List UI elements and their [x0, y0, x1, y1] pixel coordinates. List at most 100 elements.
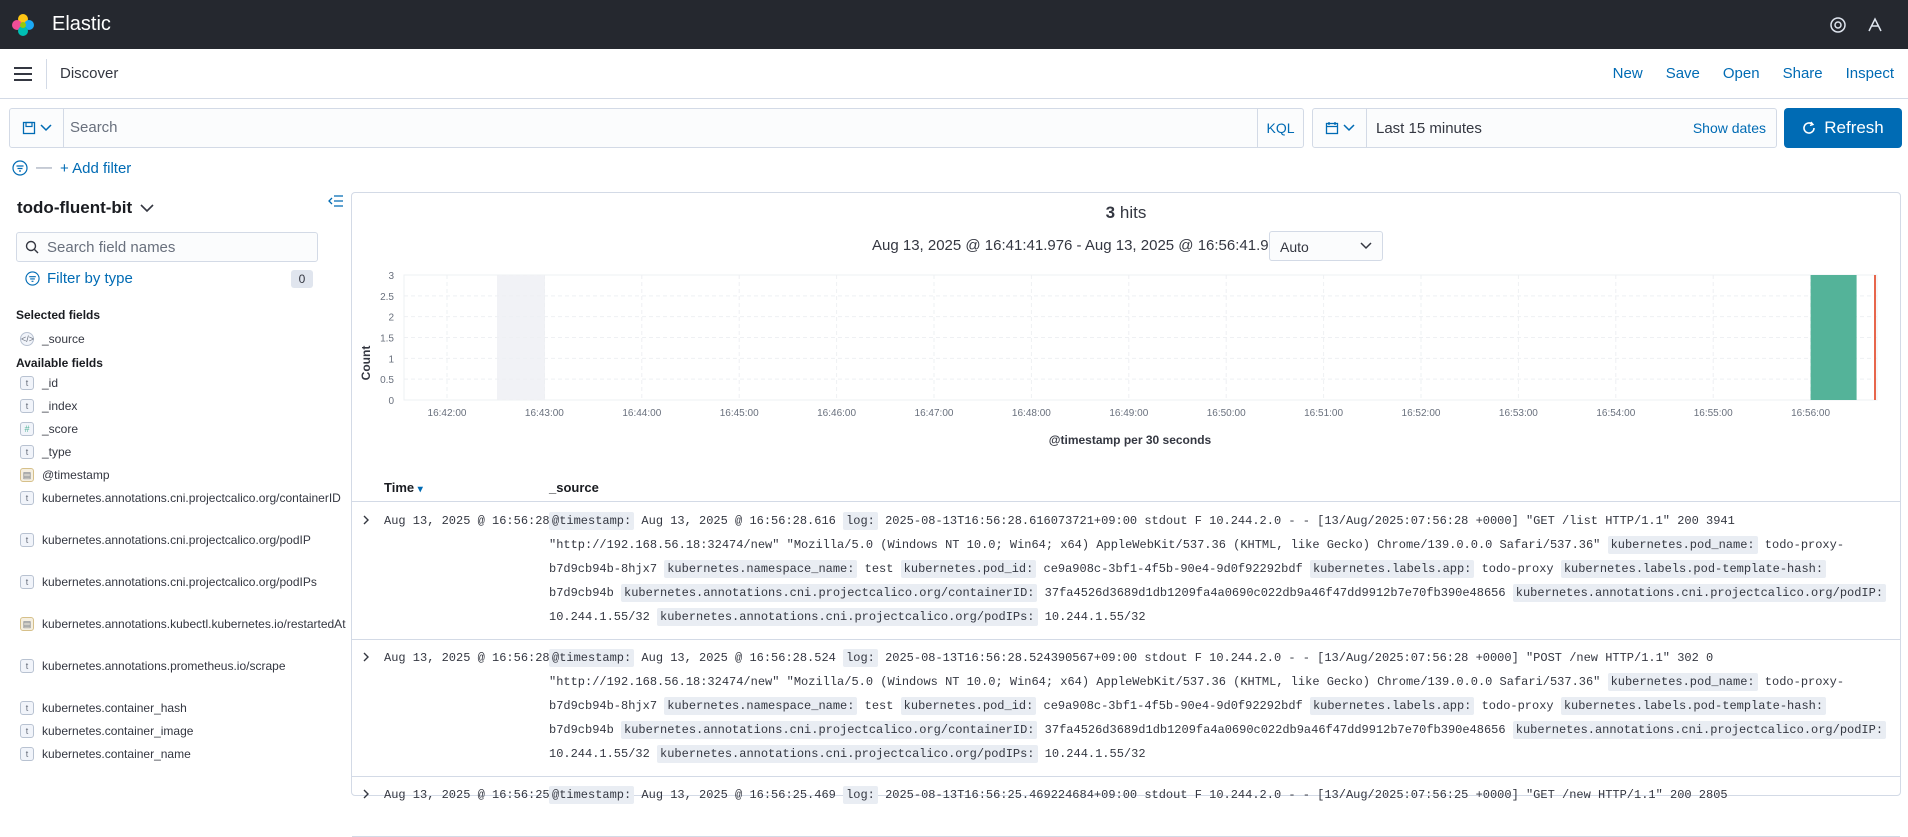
field-item[interactable]: t _type	[20, 445, 310, 460]
refresh-button[interactable]: Refresh	[1784, 108, 1902, 148]
time-range-label[interactable]: Last 15 minutes	[1376, 120, 1482, 137]
search-icon	[25, 240, 39, 254]
share-link[interactable]: Share	[1783, 65, 1823, 82]
chart-x-tick-label: 16:50:00	[1207, 408, 1246, 419]
source-field-value: 37fa4526d3689d1db1209fa4a0690c022db9a46f…	[1037, 586, 1513, 600]
field-item[interactable]: t kubernetes.container_image	[20, 724, 310, 739]
source-field-value: 10.244.1.55/32	[549, 610, 658, 624]
expand-row-icon[interactable]	[361, 649, 371, 667]
source-field-key: kubernetes.annotations.cni.projectcalico…	[657, 608, 1038, 626]
chart-x-tick-label: 16:54:00	[1596, 408, 1635, 419]
quick-select-button[interactable]	[1313, 109, 1367, 147]
source-field-key: kubernetes.pod_id:	[900, 560, 1037, 578]
source-field-key: @timestamp:	[549, 512, 635, 530]
expand-row-icon[interactable]	[361, 786, 371, 804]
show-dates-link[interactable]: Show dates	[1693, 120, 1766, 136]
chart-x-tick-label: 16:51:00	[1304, 408, 1343, 419]
string-field-icon: t	[20, 659, 34, 673]
string-field-icon: t	[20, 491, 34, 505]
kql-toggle-button[interactable]: KQL	[1257, 109, 1303, 147]
menu-icon[interactable]	[14, 67, 32, 81]
available-fields-title: Available fields	[16, 356, 103, 370]
field-name: kubernetes.container_hash	[42, 701, 187, 715]
row-source: @timestamp: Aug 13, 2025 @ 16:56:28.524 …	[549, 646, 1894, 766]
field-item[interactable]: t _index	[20, 399, 310, 414]
saved-query-button[interactable]	[10, 109, 64, 147]
open-link[interactable]: Open	[1723, 65, 1760, 82]
filter-by-type-button[interactable]: Filter by type	[25, 270, 133, 287]
field-name: kubernetes.container_image	[42, 724, 194, 738]
field-name: _index	[42, 399, 78, 413]
elastic-logo-icon[interactable]	[11, 13, 35, 37]
field-item[interactable]: t kubernetes.annotations.prometheus.io/sc…	[20, 659, 310, 674]
save-icon	[22, 121, 35, 135]
collapse-sidebar-icon[interactable]	[328, 194, 344, 208]
source-field-value: 2025-08-13T16:56:25.469224684+09:00 stdo…	[877, 788, 1728, 802]
chart-y-tick-label: 3	[388, 271, 394, 282]
date-picker: Last 15 minutes Show dates	[1312, 108, 1777, 148]
source-field-value: b7d9cb94b	[549, 586, 622, 600]
field-name: kubernetes.annotations.kubectl.kubernete…	[42, 617, 346, 631]
save-link[interactable]: Save	[1666, 65, 1700, 82]
chevron-down-icon	[1360, 242, 1372, 250]
expand-row-icon[interactable]	[361, 512, 371, 530]
chart-x-tick-label: 16:43:00	[525, 408, 564, 419]
interval-select[interactable]: Auto	[1269, 231, 1383, 261]
chart-x-tick-label: 16:49:00	[1109, 408, 1148, 419]
field-item[interactable]: t kubernetes.annotations.cni.projectcalic…	[20, 575, 317, 590]
field-item[interactable]: ▤ kubernetes.annotations.kubectl.kubernet…	[20, 617, 346, 632]
table-row[interactable]: Aug 13, 2025 @ 16:56:25.469 @timestamp: A…	[352, 777, 1900, 837]
chart-x-tick-label: 16:48:00	[1012, 408, 1051, 419]
table-row[interactable]: Aug 13, 2025 @ 16:56:28.616 @timestamp: A…	[352, 503, 1900, 640]
search-input[interactable]	[70, 119, 1250, 136]
field-item[interactable]: t kubernetes.annotations.cni.projectcalic…	[20, 491, 341, 506]
filter-icon	[25, 271, 40, 286]
chart-x-tick-label: 16:55:00	[1694, 408, 1733, 419]
source-field-key: kubernetes.annotations.cni.projectcalico…	[621, 584, 1038, 602]
source-field-value: b7d9cb94b	[549, 723, 622, 737]
field-item[interactable]: t kubernetes.annotations.cni.projectcalic…	[20, 533, 311, 548]
source-field-value: test	[857, 699, 901, 713]
source-field-value: 10.244.1.55/32	[1037, 610, 1146, 624]
selected-fields-title: Selected fields	[16, 308, 101, 322]
field-search-input[interactable]	[47, 239, 307, 256]
field-name: _type	[42, 445, 72, 459]
field-item[interactable]: # _score	[20, 422, 310, 437]
field-item[interactable]: ▤ @timestamp	[20, 468, 310, 483]
field-item[interactable]: t kubernetes.container_name	[20, 747, 310, 762]
chart-y-tick-label: 0	[388, 396, 394, 407]
app-title: Elastic	[52, 13, 111, 35]
field-item-source[interactable]: </> _source	[20, 332, 310, 347]
field-item[interactable]: t kubernetes.container_hash	[20, 701, 310, 716]
field-item[interactable]: t _id	[20, 376, 310, 391]
chart-bar	[1810, 275, 1857, 400]
field-name: _id	[42, 376, 59, 390]
source-field-key: kubernetes.labels.app:	[1309, 560, 1475, 578]
inspect-link[interactable]: Inspect	[1846, 65, 1894, 82]
chart-y-label: Count	[359, 346, 373, 381]
query-bar: KQL	[9, 108, 1304, 148]
nav-divider	[46, 59, 47, 89]
hits-label: hits	[1119, 203, 1147, 222]
table-row[interactable]: Aug 13, 2025 @ 16:56:28.524 @timestamp: A…	[352, 640, 1900, 777]
source-field-value: todo-proxy	[1474, 562, 1561, 576]
chevron-down-icon	[39, 124, 52, 132]
help-icon[interactable]	[1829, 16, 1847, 34]
filter-options-icon[interactable]	[12, 160, 28, 176]
chart-y-tick-label: 2.5	[380, 292, 394, 303]
source-field-value: Aug 13, 2025 @ 16:56:25.469	[634, 788, 844, 802]
index-pattern-selector[interactable]: todo-fluent-bit	[17, 198, 154, 218]
string-field-icon: t	[20, 575, 34, 589]
sort-desc-icon[interactable]: ▾	[418, 484, 423, 495]
time-column-header[interactable]: Time ▾	[384, 480, 423, 495]
row-source: @timestamp: Aug 13, 2025 @ 16:56:25.469 …	[549, 783, 1894, 807]
add-filter-button[interactable]: + Add filter	[60, 160, 131, 177]
refresh-label: Refresh	[1824, 118, 1884, 137]
histogram-chart[interactable]: Count @timestamp per 30 seconds 0 0.5 1 1.5…	[352, 261, 1900, 471]
chart-x-label: @timestamp per 30 seconds	[1049, 433, 1212, 447]
new-link[interactable]: New	[1613, 65, 1643, 82]
newsfeed-icon[interactable]	[1866, 16, 1884, 34]
date-field-icon: ▤	[20, 617, 34, 631]
source-field-key: log:	[843, 512, 878, 530]
hits-count: 3	[1105, 203, 1116, 222]
